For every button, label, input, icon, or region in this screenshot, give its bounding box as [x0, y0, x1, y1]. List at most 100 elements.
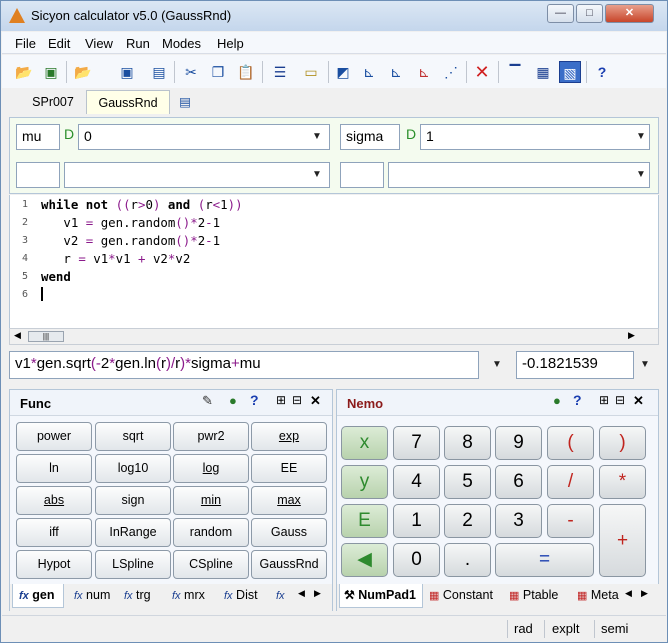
- numpad-key-11[interactable]: *: [599, 465, 646, 499]
- back-arrow-icon[interactable]: ◀: [341, 543, 388, 577]
- param1-name[interactable]: mu: [16, 124, 60, 150]
- minimize-button[interactable]: —: [547, 4, 574, 23]
- new-tab-icon[interactable]: ▤: [176, 90, 194, 114]
- numpad-key-8[interactable]: 5: [444, 465, 491, 499]
- close-panel-icon[interactable]: ✕: [633, 393, 644, 409]
- tab-ptable[interactable]: ▦ Ptable: [509, 584, 558, 608]
- code-editor[interactable]: 1 2 3 4 5 6 while not ((r>0) and (r<1)) …: [9, 195, 659, 328]
- numpad-key-13[interactable]: 1: [393, 504, 440, 538]
- plot-icon[interactable]: ⊾: [358, 61, 380, 83]
- globe-icon[interactable]: ●: [229, 393, 237, 408]
- param2-value[interactable]: 1: [420, 124, 650, 150]
- numpad-key-9[interactable]: 6: [495, 465, 542, 499]
- func-key-ee[interactable]: EE: [251, 454, 327, 483]
- edit-icon[interactable]: ✎: [202, 393, 213, 409]
- scroll-right-icon[interactable]: ▶: [628, 330, 635, 341]
- numpad-key-19[interactable]: .: [444, 543, 491, 577]
- numpad-key-15[interactable]: 3: [495, 504, 542, 538]
- numpad-key-0[interactable]: x: [341, 426, 388, 460]
- tab-num[interactable]: fx num: [70, 584, 110, 608]
- menu-view[interactable]: View: [85, 36, 113, 51]
- grid-mode-icon[interactable]: ▦: [532, 61, 554, 83]
- chevron-down-icon[interactable]: ▼: [490, 351, 504, 379]
- func-key-cspline[interactable]: CSpline: [173, 550, 249, 579]
- func-key-gauss[interactable]: Gauss: [251, 518, 327, 547]
- expand-icon[interactable]: ⊞: [599, 393, 609, 407]
- func-key-hypot[interactable]: Hypot: [16, 550, 92, 579]
- func-key-random[interactable]: random: [173, 518, 249, 547]
- graph-icon[interactable]: ⊾: [385, 61, 407, 83]
- numpad-key-6[interactable]: y: [341, 465, 388, 499]
- func-key-max[interactable]: max: [251, 486, 327, 515]
- func-key-gaussrnd[interactable]: GaussRnd: [251, 550, 327, 579]
- tab-dist[interactable]: fx Dist: [220, 584, 258, 608]
- paste-icon[interactable]: 📋: [235, 61, 257, 83]
- line-mode-icon[interactable]: ▔: [504, 61, 526, 83]
- numpad-key-7[interactable]: 4: [393, 465, 440, 499]
- ruler-icon[interactable]: ▭: [300, 61, 322, 83]
- tab-constant[interactable]: ▦ Constant: [429, 584, 493, 608]
- param2-aux-value[interactable]: [388, 162, 650, 188]
- open-folder-dropdown-icon[interactable]: 📂: [72, 61, 94, 83]
- chevron-down-icon[interactable]: ▼: [634, 162, 648, 188]
- param1-aux-value[interactable]: [64, 162, 330, 188]
- func-key-log[interactable]: log: [173, 454, 249, 483]
- menu-file[interactable]: File: [15, 36, 36, 51]
- param1-aux-field[interactable]: [16, 162, 60, 188]
- collapse-icon[interactable]: ⊟: [292, 393, 302, 407]
- func-key-inrange[interactable]: InRange: [95, 518, 171, 547]
- chevron-down-icon[interactable]: ▼: [310, 162, 324, 188]
- numpad-key-1[interactable]: 7: [393, 426, 440, 460]
- func-key-min[interactable]: min: [173, 486, 249, 515]
- numpad-key-2[interactable]: 8: [444, 426, 491, 460]
- scroll-thumb[interactable]: |||: [28, 331, 64, 342]
- chevron-down-icon[interactable]: ▼: [634, 124, 648, 150]
- numpad-key-14[interactable]: 2: [444, 504, 491, 538]
- chart-icon[interactable]: ◩: [332, 61, 354, 83]
- close-panel-icon[interactable]: ✕: [310, 393, 321, 409]
- numpad-key-5[interactable]: ): [599, 426, 646, 460]
- expression-input[interactable]: v1*gen.sqrt(-2*gen.ln(r)/r)*sigma+mu: [9, 351, 479, 379]
- func-key-power[interactable]: power: [16, 422, 92, 451]
- help-icon[interactable]: ?: [591, 61, 613, 83]
- func-key-log10[interactable]: log10: [95, 454, 171, 483]
- tab-scroll-right-icon[interactable]: ▶: [641, 588, 648, 599]
- func-key-pwr2[interactable]: pwr2: [173, 422, 249, 451]
- save-all-icon[interactable]: ▤: [148, 61, 170, 83]
- func-key-ln[interactable]: ln: [16, 454, 92, 483]
- save-blue-icon[interactable]: ▣: [116, 61, 138, 83]
- func-key-exp[interactable]: exp: [251, 422, 327, 451]
- func-key-lspline[interactable]: LSpline: [95, 550, 171, 579]
- tab-mrx[interactable]: fx mrx: [168, 584, 205, 608]
- menu-modes[interactable]: Modes: [162, 36, 201, 51]
- tab-numpad1[interactable]: ⚒ NumPad1: [339, 584, 423, 608]
- chevron-down-icon[interactable]: ▼: [310, 124, 324, 150]
- numpad-key-plus[interactable]: +: [599, 504, 646, 577]
- panel-mode-icon[interactable]: ▧: [559, 61, 581, 83]
- clear-icon[interactable]: ✕: [471, 61, 493, 83]
- tab-scroll-left-icon[interactable]: ◀: [625, 588, 632, 599]
- tab-spr007[interactable]: SPr007: [22, 90, 84, 114]
- func-key-iff[interactable]: iff: [16, 518, 92, 547]
- cut-icon[interactable]: ✂: [180, 61, 202, 83]
- numpad-key-16[interactable]: -: [547, 504, 594, 538]
- copy-icon[interactable]: ❐: [207, 61, 229, 83]
- editor-scrollbar[interactable]: ◀ ||| ▶: [9, 328, 659, 345]
- graph-red-icon[interactable]: ⊾: [413, 61, 435, 83]
- help-icon[interactable]: ?: [250, 392, 259, 408]
- scroll-left-icon[interactable]: ◀: [14, 330, 21, 341]
- param1-value[interactable]: 0: [78, 124, 330, 150]
- numpad-key-10[interactable]: /: [547, 465, 594, 499]
- tab-gen[interactable]: fx gen: [12, 584, 64, 608]
- func-key-abs[interactable]: abs: [16, 486, 92, 515]
- numpad-key-12[interactable]: E: [341, 504, 388, 538]
- menu-run[interactable]: Run: [126, 36, 150, 51]
- tab-gaussrnd[interactable]: GaussRnd: [86, 90, 170, 114]
- numpad-key-3[interactable]: 9: [495, 426, 542, 460]
- param2-aux-field[interactable]: [340, 162, 384, 188]
- func-key-sqrt[interactable]: sqrt: [95, 422, 171, 451]
- numpad-key-18[interactable]: 0: [393, 543, 440, 577]
- scatter-icon[interactable]: ⋰: [440, 61, 462, 83]
- expand-icon[interactable]: ⊞: [276, 393, 286, 407]
- tab-scroll-left-icon[interactable]: ◀: [298, 588, 305, 599]
